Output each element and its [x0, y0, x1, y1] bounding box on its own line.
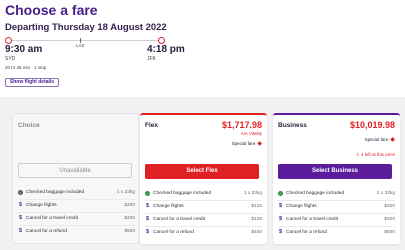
- feature-value: $400: [384, 204, 395, 209]
- dollar-icon: $: [145, 216, 150, 222]
- check-icon: ✓: [278, 191, 283, 196]
- feature-row: $ Cancel for a refund $600: [278, 228, 395, 240]
- feature-value: $400: [251, 230, 262, 235]
- special-fare-label: Special fare: [364, 137, 389, 142]
- feature-value: $400: [384, 217, 395, 222]
- fare-name: Flex: [145, 122, 159, 129]
- feature-value: $500: [124, 229, 135, 234]
- departure-airport: SYD: [5, 56, 16, 62]
- feature-label: Cancel for a travel credit: [286, 217, 338, 222]
- dollar-icon: $: [278, 229, 283, 235]
- feature-value: $125: [251, 217, 262, 222]
- dollar-icon: $: [278, 203, 283, 209]
- page-title: Choose a fare: [5, 2, 98, 18]
- check-icon: ✓: [145, 191, 150, 196]
- tag-icon: ◆: [257, 141, 262, 147]
- feature-value: 1 x 23kg: [116, 190, 135, 195]
- feature-label: Checked baggage included: [26, 190, 85, 195]
- fare-name: Business: [278, 122, 307, 129]
- dollar-icon: $: [145, 203, 150, 209]
- select-flex-button[interactable]: Select Flex: [145, 164, 259, 179]
- destination-marker-icon: [158, 37, 165, 44]
- fare-card-flex: Flex $1,717.98 AIA Vitality Special fare…: [140, 113, 267, 244]
- feature-row: $ Cancel for a travel credit $125: [145, 215, 262, 227]
- feature-value: $600: [384, 230, 395, 235]
- check-icon: ✓: [18, 190, 23, 195]
- feature-value: $125: [251, 204, 262, 209]
- special-fare-badge: Special fare ◆: [232, 140, 262, 147]
- arrival-time: 4:18 pm: [147, 44, 185, 55]
- feature-row: $ Cancel for a travel credit $200: [18, 214, 135, 226]
- feature-label: Change flights: [153, 204, 184, 209]
- unavailable-button: Unavailable: [18, 163, 132, 178]
- feature-value: 2 x 32kg: [376, 191, 395, 196]
- feature-row: ✓ Checked baggage included 1 x 23kg: [145, 189, 262, 201]
- feature-value: $200: [124, 216, 135, 221]
- departure-time: 9:30 am: [5, 44, 43, 55]
- route-line: [8, 40, 165, 41]
- vitality-label: AIA Vitality: [240, 131, 262, 136]
- fare-card-business: Business $10,019.98 Special fare ◆ ⚠ 4 le…: [273, 113, 400, 244]
- feature-label: Cancel for a travel credit: [26, 216, 78, 221]
- feature-label: Cancel for a travel credit: [153, 217, 205, 222]
- dollar-icon: $: [18, 228, 23, 234]
- feature-row: $ Cancel for a travel credit $400: [278, 215, 395, 227]
- dollar-icon: $: [18, 202, 23, 208]
- seats-left-label: 4 left at this price: [360, 152, 395, 157]
- special-fare-label: Special fare: [231, 141, 256, 146]
- arrival-airport: JFK: [147, 56, 156, 62]
- feature-value: $200: [124, 203, 135, 208]
- feature-label: Change flights: [26, 203, 57, 208]
- departure-heading: Departing Thursday 18 August 2022: [5, 22, 167, 33]
- feature-row: $ Cancel for a refund $500: [18, 227, 135, 239]
- feature-row: ✓ Checked baggage included 1 x 23kg: [18, 188, 135, 200]
- flight-duration: 20 hr 48 min · 1 stop: [5, 65, 47, 70]
- feature-row: $ Cancel for a refund $400: [145, 228, 262, 240]
- fare-price: $10,019.98: [349, 120, 395, 130]
- feature-row: ✓ Checked baggage included 2 x 32kg: [278, 189, 395, 201]
- seats-left-notice: ⚠ 4 left at this price: [356, 152, 395, 158]
- stopover-code: LAX: [76, 43, 85, 48]
- fare-card-choice: Choice Unavailable ✓ Checked baggage inc…: [12, 113, 139, 244]
- dollar-icon: $: [18, 215, 23, 221]
- feature-row: $ Change flights $200: [18, 201, 135, 213]
- feature-value: 1 x 23kg: [243, 191, 262, 196]
- feature-row: $ Change flights $400: [278, 202, 395, 214]
- feature-label: Change flights: [286, 204, 317, 209]
- fare-price: $1,717.98: [221, 120, 262, 130]
- dollar-icon: $: [145, 229, 150, 235]
- feature-label: Cancel for a refund: [153, 230, 194, 235]
- fare-name: Choice: [18, 122, 40, 129]
- feature-label: Checked baggage included: [153, 191, 212, 196]
- feature-label: Checked baggage included: [286, 191, 345, 196]
- feature-label: Cancel for a refund: [286, 230, 327, 235]
- special-fare-badge: Special fare ◆: [365, 136, 395, 143]
- origin-marker-icon: [5, 37, 12, 44]
- select-business-button[interactable]: Select Business: [278, 164, 392, 179]
- tag-icon: ◆: [390, 137, 395, 143]
- feature-label: Cancel for a refund: [26, 229, 67, 234]
- show-flight-details-button[interactable]: Show flight details: [5, 78, 59, 87]
- feature-row: $ Change flights $125: [145, 202, 262, 214]
- dollar-icon: $: [278, 216, 283, 222]
